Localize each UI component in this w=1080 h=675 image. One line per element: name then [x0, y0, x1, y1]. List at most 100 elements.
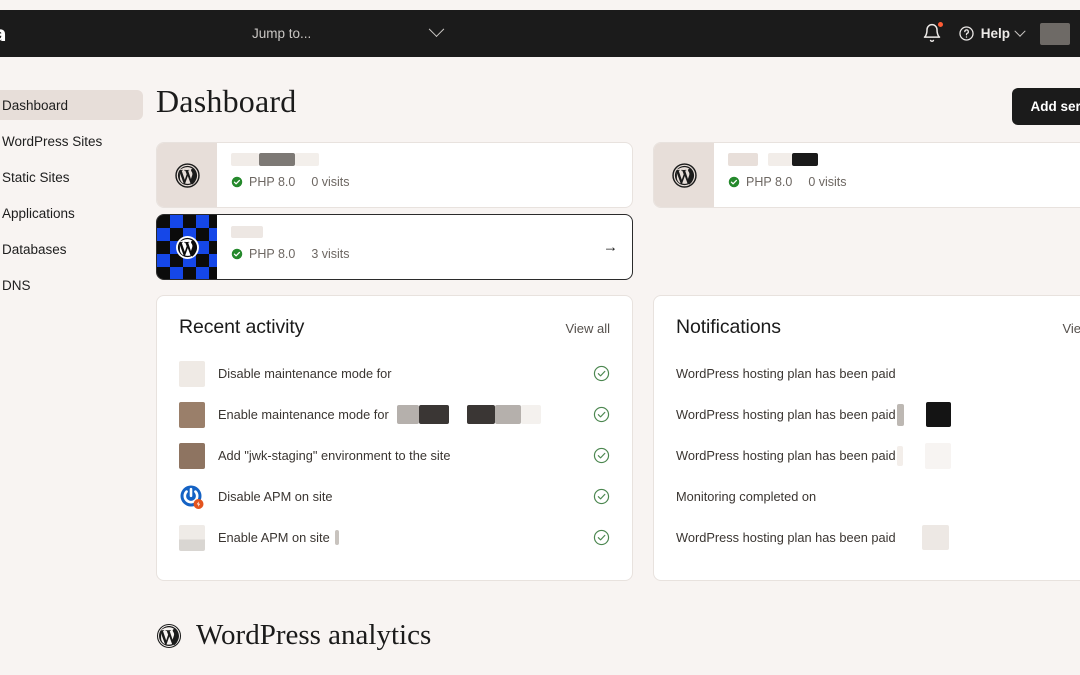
chevron-down-icon [428, 21, 445, 38]
site-card-body: PHP 8.0 0 visits [714, 143, 1080, 207]
activity-row[interactable]: Enable APM on site [179, 517, 610, 558]
sidebar-item-dns[interactable]: DNS [0, 270, 143, 300]
notification-label: WordPress hosting plan has been paid [676, 448, 896, 463]
sidebar-item-label: DNS [2, 277, 31, 293]
activity-label: Enable APM on site [218, 530, 330, 545]
jump-to-search[interactable]: Jump to... [252, 19, 445, 49]
site-card[interactable]: PHP 8.0 0 visits [156, 142, 633, 208]
site-card-meta: PHP 8.0 0 visits [728, 175, 1080, 189]
activity-text: Disable maintenance mode for [218, 366, 580, 381]
panels-row: Recent activity View all Disable mainten… [156, 295, 1080, 581]
site-card-body: PHP 8.0 3 visits → [217, 215, 632, 279]
notification-row[interactable]: WordPress hosting plan has been paid Jan [676, 517, 1080, 558]
sidebar-item-label: Applications [2, 205, 75, 221]
site-thumbnail [654, 143, 714, 207]
sidebar-item-wordpress-sites[interactable]: WordPress Sites [0, 126, 143, 156]
help-menu-button[interactable]: Help [958, 25, 1026, 42]
notifications-bell-button[interactable] [922, 21, 943, 45]
activity-label: Enable maintenance mode for [218, 407, 389, 422]
avatar[interactable] [1040, 22, 1070, 45]
site-card-meta: PHP 8.0 0 visits [231, 175, 618, 189]
status-ok-icon [728, 176, 740, 188]
site-thumbnail [157, 143, 217, 207]
site-card-meta: PHP 8.0 3 visits [231, 247, 618, 261]
visits-label: 0 visits [808, 175, 847, 189]
status-ok-icon [231, 176, 243, 188]
site-name-redacted [231, 224, 618, 239]
activity-avatar [179, 360, 205, 387]
sidebar-item-applications[interactable]: Applications [0, 198, 143, 228]
wordpress-logo-icon [174, 162, 200, 188]
php-version: PHP 8.0 [231, 247, 295, 261]
php-version-label: PHP 8.0 [249, 175, 296, 189]
site-name-redacted [231, 152, 618, 167]
site-card-body: PHP 8.0 0 visits [217, 143, 632, 207]
success-check-icon [593, 529, 610, 546]
activity-row[interactable]: Add "jwk-staging" environment to the sit… [179, 435, 610, 476]
php-version: PHP 8.0 [231, 175, 295, 189]
php-version-label: PHP 8.0 [746, 175, 793, 189]
kinsta-logo[interactable]: ta [0, 22, 7, 46]
recent-activity-title: Recent activity [179, 316, 305, 338]
activity-avatar [179, 524, 205, 551]
site-cards-row-second: PHP 8.0 3 visits → [156, 214, 1080, 280]
main-content: Dashboard Add service [143, 57, 1080, 675]
activity-label: Add "jwk-staging" environment to the sit… [218, 448, 451, 463]
notification-label: WordPress hosting plan has been paid [676, 366, 896, 381]
sidebar-item-label: Dashboard [2, 97, 69, 113]
wordpress-logo-icon [175, 235, 199, 259]
activity-text: Enable APM on site [218, 530, 580, 545]
sidebar-item-databases[interactable]: Databases [0, 234, 143, 264]
recent-activity-view-all-link[interactable]: View all [565, 321, 610, 336]
notifications-view-all-link[interactable]: View all [1062, 321, 1080, 336]
success-check-icon [593, 365, 610, 382]
question-circle-icon [959, 26, 974, 41]
notification-row[interactable]: Monitoring completed on Feb [676, 476, 1080, 517]
help-label: Help [980, 26, 1010, 41]
wordpress-logo-icon [156, 623, 182, 648]
success-check-icon [593, 488, 610, 505]
notification-text: WordPress hosting plan has been paid [676, 525, 949, 550]
activity-row[interactable]: Enable maintenance mode for [179, 394, 610, 435]
wordpress-analytics-section: WordPress analytics [156, 619, 431, 652]
site-card[interactable]: PHP 8.0 3 visits → [156, 214, 633, 280]
site-thumbnail [157, 215, 217, 279]
visits-count: 0 visits [808, 175, 846, 189]
site-name-redacted [728, 152, 1080, 167]
page-header: Dashboard Add service [143, 57, 1080, 125]
notification-text: WordPress hosting plan has been paid [676, 442, 951, 469]
page-title: Dashboard [156, 83, 297, 119]
status-ok-icon [231, 248, 243, 260]
add-service-button[interactable]: Add service [1012, 88, 1080, 125]
arrow-right-icon: → [603, 238, 618, 256]
activity-row[interactable]: Disable maintenance mode for [179, 353, 610, 394]
sidebar-item-static-sites[interactable]: Static Sites [0, 162, 143, 192]
notifications-title: Notifications [676, 316, 781, 338]
notification-row[interactable]: WordPress hosting plan has been paid Feb [676, 435, 1080, 476]
sidebar-item-dashboard[interactable]: Dashboard [0, 90, 143, 120]
notification-label: WordPress hosting plan has been paid [676, 407, 896, 422]
notification-label: Monitoring completed on [676, 489, 817, 504]
success-check-icon [593, 447, 610, 464]
notification-text: Monitoring completed on [676, 489, 816, 504]
activity-text: Disable APM on site [218, 489, 580, 504]
notification-row[interactable]: WordPress hosting plan has been paid Mar [676, 394, 1080, 435]
activity-row[interactable]: Disable APM on site [179, 476, 610, 517]
notifications-panel: Notifications View all WordPress hosting… [653, 295, 1080, 581]
activity-label: Disable maintenance mode for [218, 366, 392, 381]
recent-activity-panel: Recent activity View all Disable mainten… [156, 295, 633, 581]
activity-avatar [179, 401, 205, 428]
success-check-icon [593, 406, 610, 423]
site-card[interactable]: PHP 8.0 0 visits [653, 142, 1080, 208]
visits-count: 3 visits [311, 247, 349, 261]
panel-header: Notifications View all [676, 316, 1080, 339]
visits-label: 3 visits [311, 247, 350, 261]
notification-row[interactable]: WordPress hosting plan has been paid Apr [676, 353, 1080, 394]
sidebar: Dashboard WordPress Sites Static Sites A… [0, 57, 143, 675]
top-bar-right-group: Help [922, 21, 1070, 45]
chevron-down-icon [1014, 25, 1026, 37]
wordpress-analytics-title: WordPress analytics [196, 619, 432, 651]
activity-text: Add "jwk-staging" environment to the sit… [218, 448, 580, 463]
dashboard-page: ta Jump to... Help [0, 0, 1080, 675]
notification-text: WordPress hosting plan has been paid [676, 402, 951, 427]
